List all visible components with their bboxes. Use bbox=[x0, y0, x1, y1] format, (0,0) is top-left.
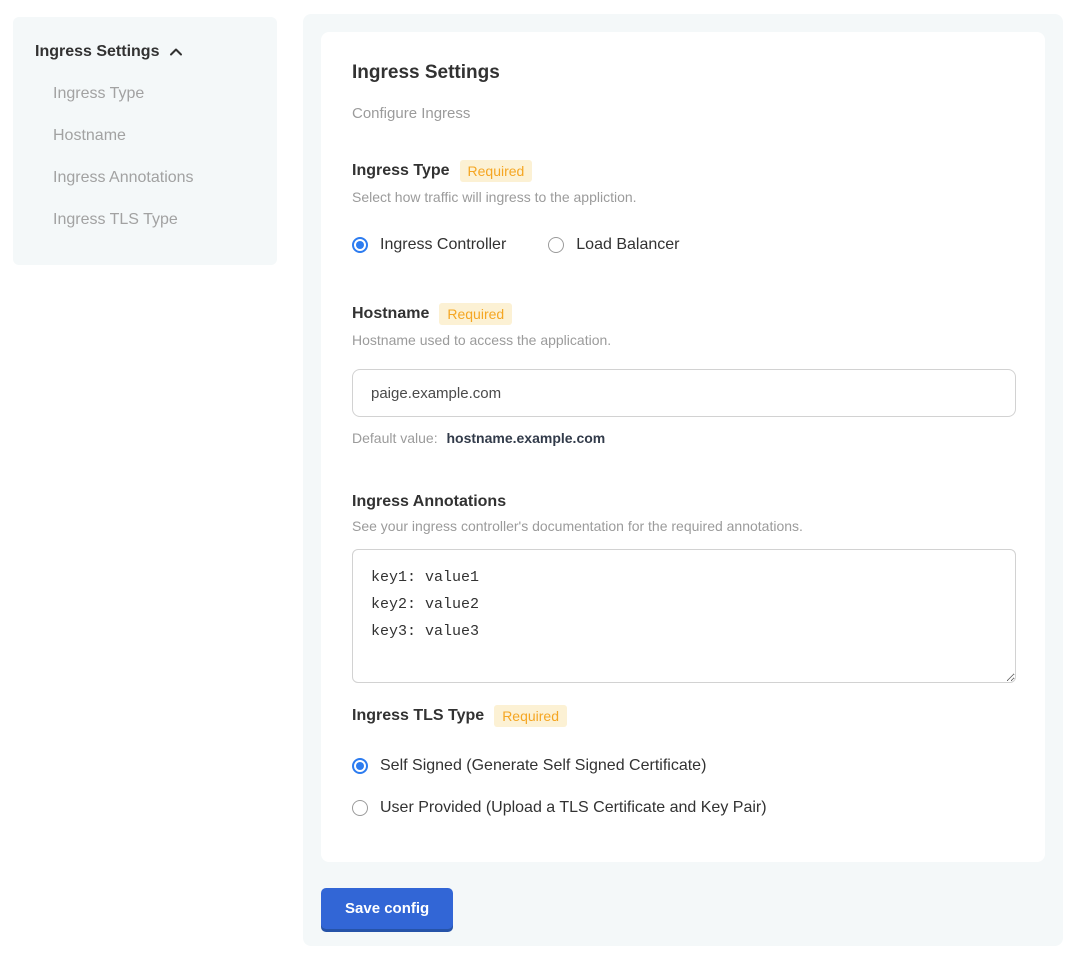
radio-label: Self Signed (Generate Self Signed Certif… bbox=[380, 757, 706, 775]
required-badge: Required bbox=[439, 303, 512, 325]
page-subtitle: Configure Ingress bbox=[352, 105, 1014, 122]
sidebar-item-hostname[interactable]: Hostname bbox=[53, 127, 257, 145]
config-nav-sidebar: Ingress Settings Ingress Type Hostname I… bbox=[13, 17, 277, 265]
default-value-text: hostname.example.com bbox=[447, 430, 606, 446]
config-card: Ingress Settings Configure Ingress Ingre… bbox=[321, 32, 1045, 862]
sidebar-group-title: Ingress Settings bbox=[35, 43, 159, 61]
chevron-up-icon[interactable] bbox=[168, 44, 184, 60]
hostname-input[interactable] bbox=[352, 369, 1016, 417]
radio-selected-icon[interactable] bbox=[352, 758, 368, 774]
radio-label: User Provided (Upload a TLS Certificate … bbox=[380, 799, 767, 817]
hostname-help: Hostname used to access the application. bbox=[352, 332, 1014, 348]
sidebar-group-ingress-settings[interactable]: Ingress Settings bbox=[35, 43, 257, 61]
radio-self-signed[interactable]: Self Signed (Generate Self Signed Certif… bbox=[352, 757, 1014, 775]
radio-ingress-controller[interactable]: Ingress Controller bbox=[352, 236, 506, 254]
ingress-annotations-help: See your ingress controller's documentat… bbox=[352, 518, 1014, 534]
sidebar-item-ingress-tls-type[interactable]: Ingress TLS Type bbox=[53, 211, 257, 229]
hostname-label: Hostname bbox=[352, 305, 429, 323]
radio-user-provided[interactable]: User Provided (Upload a TLS Certificate … bbox=[352, 799, 1014, 817]
ingress-type-label: Ingress Type bbox=[352, 162, 450, 180]
page-title: Ingress Settings bbox=[352, 62, 1014, 84]
section-hostname: Hostname Required Hostname used to acces… bbox=[352, 303, 1014, 446]
radio-unselected-icon[interactable] bbox=[548, 237, 564, 253]
ingress-annotations-textarea[interactable]: key1: value1 key2: value2 key3: value3 bbox=[352, 549, 1016, 683]
radio-unselected-icon[interactable] bbox=[352, 800, 368, 816]
config-main-panel: Ingress Settings Configure Ingress Ingre… bbox=[303, 14, 1063, 946]
hostname-default-line: Default value: hostname.example.com bbox=[352, 430, 1014, 446]
radio-selected-icon[interactable] bbox=[352, 237, 368, 253]
radio-load-balancer[interactable]: Load Balancer bbox=[548, 236, 679, 254]
section-ingress-type: Ingress Type Required Select how traffic… bbox=[352, 160, 1014, 254]
section-ingress-tls-type: Ingress TLS Type Required Self Signed (G… bbox=[352, 705, 1014, 817]
required-badge: Required bbox=[460, 160, 533, 182]
sidebar-item-ingress-annotations[interactable]: Ingress Annotations bbox=[53, 169, 257, 187]
radio-label: Ingress Controller bbox=[380, 236, 506, 254]
ingress-type-help: Select how traffic will ingress to the a… bbox=[352, 189, 1014, 205]
sidebar-item-ingress-type[interactable]: Ingress Type bbox=[53, 85, 257, 103]
section-ingress-annotations: Ingress Annotations See your ingress con… bbox=[352, 493, 1014, 683]
save-config-button[interactable]: Save config bbox=[321, 888, 453, 929]
ingress-annotations-label: Ingress Annotations bbox=[352, 493, 506, 511]
default-value-label: Default value: bbox=[352, 430, 438, 446]
radio-label: Load Balancer bbox=[576, 236, 679, 254]
required-badge: Required bbox=[494, 705, 567, 727]
ingress-tls-type-label: Ingress TLS Type bbox=[352, 707, 484, 725]
